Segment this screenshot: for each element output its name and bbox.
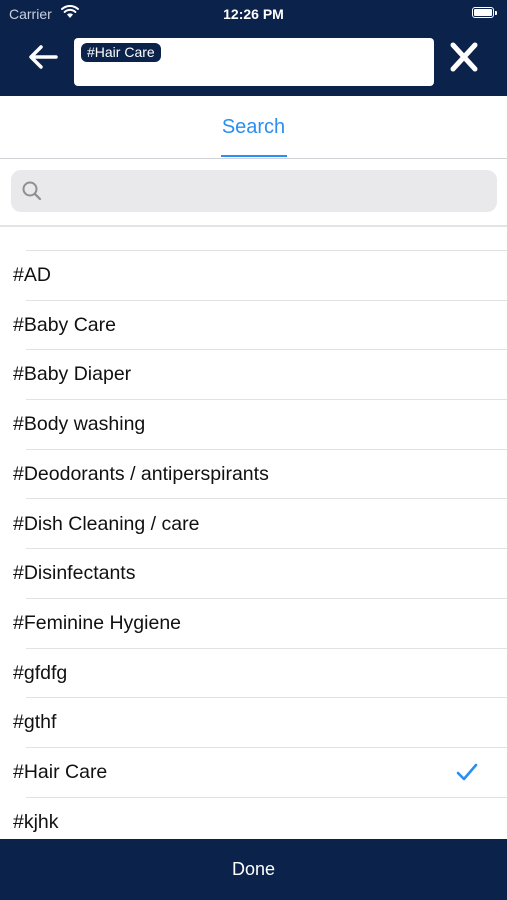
checkmark-icon [456,763,478,781]
tab-search[interactable]: Search [0,116,507,139]
list-item-label: #Deodorants / antiperspirants [13,462,269,485]
tag-list: #AD #Baby Care #Baby Diaper #Body washing #D… [0,227,507,839]
list-item-label: #gfdfg [13,661,68,684]
list-item[interactable]: #Dish Cleaning / care [0,500,507,550]
list-item[interactable]: #Deodorants / antiperspirants [0,450,507,500]
list-item[interactable]: #Hair Care [0,748,507,798]
list-item-label: #Hair Care [13,761,108,783]
list-item[interactable]: #Baby Diaper [0,350,507,401]
search-input[interactable] [51,170,485,214]
tab-underline [221,155,287,157]
done-button[interactable]: Done [0,839,507,900]
battery-icon [472,7,497,18]
list-item[interactable]: #Disinfectants [0,549,507,599]
top-bar: Carrier 12:26 PM #Hair Care [0,0,507,96]
list-item[interactable]: #AD [0,251,507,301]
back-button[interactable] [26,42,60,72]
list-item-label: #Dish Cleaning / care [13,512,200,535]
list-item-label: #Baby Diaper [13,363,132,386]
segment-bar: Search [0,96,507,159]
selected-tag-chip[interactable]: #Hair Care [81,43,161,62]
search-box[interactable] [11,170,497,214]
list-item-label: #AD [13,264,51,286]
close-icon [450,42,478,72]
tag-input-field[interactable]: #Hair Care [74,38,434,86]
close-button[interactable] [446,40,482,74]
list-item[interactable]: #gfdfg [0,649,507,699]
list-item[interactable]: #Body washing [0,400,507,450]
list-item-label: #Body washing [13,413,146,436]
list-item-label: #gthf [13,711,57,734]
arrow-left-icon [29,45,58,69]
list-item-label: #kjhk [13,810,59,833]
list-item[interactable]: #Feminine Hygiene [0,599,507,649]
search-icon [22,181,42,201]
status-time: 12:26 PM [223,6,284,22]
list-item[interactable]: #Baby Care [0,301,507,351]
list-item-label: #Disinfectants [13,562,136,585]
list-item[interactable]: #kjhk [0,798,507,839]
list-item-label: #Feminine Hygiene [13,611,182,634]
list-item-label: #Baby Care [13,313,116,336]
status-bar: Carrier 12:26 PM [0,0,507,28]
list-item[interactable]: #gthf [0,698,507,748]
search-area [0,159,507,227]
